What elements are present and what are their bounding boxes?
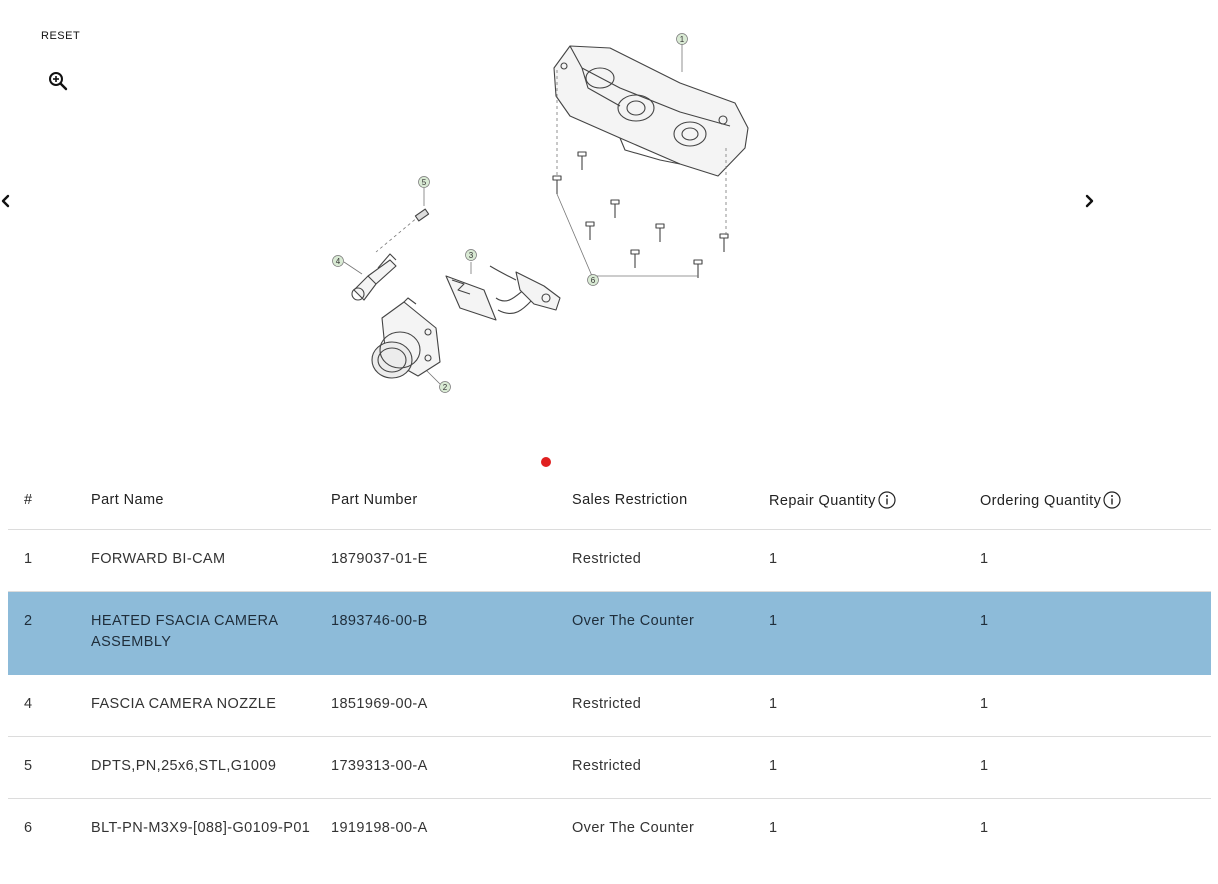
header-ordering-quantity-label: Ordering Quantity xyxy=(980,492,1102,509)
header-repair-quantity-label: Repair Quantity xyxy=(769,492,876,509)
cell-sales-restriction: Over The Counter xyxy=(572,820,695,836)
chevron-left-icon[interactable] xyxy=(0,192,14,210)
cell-num: 2 xyxy=(8,591,91,675)
cell-sales-restriction: Over The Counter xyxy=(572,591,769,675)
cell-part-number: 1879037-01-E xyxy=(331,529,572,592)
parts-diagram: 1 2 3 4 5 6 xyxy=(320,28,760,400)
callout-6: 6 xyxy=(587,274,599,286)
cell-ordering-quantity: 1 xyxy=(980,529,1211,592)
info-icon[interactable] xyxy=(878,490,896,509)
cell-part-name: BLT-PN-M3X9-[088]-G0109-P01 xyxy=(91,820,311,836)
cell-part-name: FORWARD BI-CAM xyxy=(91,529,331,592)
cell-ordering-quantity: 1 xyxy=(980,736,1211,799)
svg-text:6: 6 xyxy=(591,276,596,285)
callout-5: 5 xyxy=(418,176,430,188)
cell-sales-restriction: Restricted xyxy=(572,674,769,737)
svg-text:5: 5 xyxy=(422,178,427,187)
header-part-number: Part Number xyxy=(331,470,572,530)
cell-part-name: FASCIA CAMERA NOZZLE xyxy=(91,674,331,737)
cell-num: 1 xyxy=(8,529,91,592)
parts-table: # Part Name Part Number Sales Restrictio… xyxy=(8,470,1211,882)
callout-1: 1 xyxy=(676,33,688,45)
cell-sales-restriction: Restricted xyxy=(572,736,769,799)
callout-3: 3 xyxy=(465,249,477,261)
header-part-name: Part Name xyxy=(91,470,331,530)
header-ordering-quantity: Ordering Quantity xyxy=(980,470,1211,530)
cell-ordering-quantity: 1 xyxy=(980,820,989,836)
cell-part-number: 1851969-00-A xyxy=(331,674,572,737)
svg-text:3: 3 xyxy=(469,251,474,260)
table-row[interactable]: 4 FASCIA CAMERA NOZZLE 1851969-00-A Rest… xyxy=(8,674,1211,737)
chevron-right-icon[interactable] xyxy=(1083,192,1097,210)
header-num: # xyxy=(8,470,91,530)
part-4-nozzle xyxy=(351,253,397,301)
table-header-row: # Part Name Part Number Sales Restrictio… xyxy=(8,470,1211,530)
svg-text:4: 4 xyxy=(336,257,341,266)
info-icon[interactable] xyxy=(1103,490,1121,509)
cell-part-number: 1919198-00-A xyxy=(331,820,428,836)
reset-button[interactable]: RESET xyxy=(41,30,80,42)
cell-num: 4 xyxy=(8,674,91,737)
cell-repair-quantity: 1 xyxy=(769,736,980,799)
callout-2: 2 xyxy=(439,381,451,393)
cell-num: 5 xyxy=(8,736,91,799)
cell-repair-quantity: 1 xyxy=(769,820,778,836)
cell-ordering-quantity: 1 xyxy=(980,591,1211,675)
svg-text:1: 1 xyxy=(680,35,685,44)
carousel-dot-active[interactable] xyxy=(541,457,551,467)
cell-part-name: HEATED FSACIA CAMERA ASSEMBLY xyxy=(91,591,331,675)
header-repair-quantity: Repair Quantity xyxy=(769,470,980,530)
cell-num: 6 xyxy=(24,820,33,836)
svg-text:2: 2 xyxy=(443,383,448,392)
cell-part-name: DPTS,PN,25x6,STL,G1009 xyxy=(91,736,331,799)
cell-repair-quantity: 1 xyxy=(769,591,980,675)
table-row-selected[interactable]: 2 HEATED FSACIA CAMERA ASSEMBLY 1893746-… xyxy=(8,591,1211,675)
callout-4: 4 xyxy=(332,255,344,267)
cell-part-number: 1893746-00-B xyxy=(331,591,572,675)
part-2-fascia-camera xyxy=(371,297,441,379)
cell-repair-quantity: 1 xyxy=(769,529,980,592)
cell-part-number: 1739313-00-A xyxy=(331,736,572,799)
header-sales-restriction: Sales Restriction xyxy=(572,470,769,530)
table-row[interactable]: 5 DPTS,PN,25x6,STL,G1009 1739313-00-A Re… xyxy=(8,736,1211,799)
table-row[interactable]: 6 BLT-PN-M3X9-[088]-G0109-P01 1919198-00… xyxy=(8,799,1211,882)
part-3-heater-cable xyxy=(445,265,561,321)
part-5-pin xyxy=(414,208,430,222)
table-row[interactable]: 1 FORWARD BI-CAM 1879037-01-E Restricted… xyxy=(8,529,1211,592)
cell-sales-restriction: Restricted xyxy=(572,529,769,592)
cell-repair-quantity: 1 xyxy=(769,674,980,737)
cell-ordering-quantity: 1 xyxy=(980,674,1211,737)
zoom-in-icon[interactable] xyxy=(47,70,69,92)
